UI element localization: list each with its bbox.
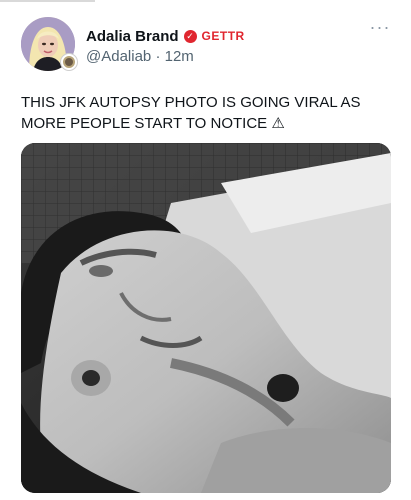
handle-row: @Adaliab · 12m — [86, 48, 194, 66]
photo-illustration — [21, 143, 391, 493]
author-handle[interactable]: @Adaliab — [86, 48, 151, 65]
post-image[interactable] — [21, 143, 391, 493]
verified-badge-icon: ✓ — [183, 29, 197, 43]
post-card[interactable]: Adalia Brand ✓ GETTR @Adaliab · 12m ··· … — [0, 0, 411, 500]
post-text-line: MORE PEOPLE START TO NOTICE ⚠ — [21, 115, 285, 132]
source-label: GETTR — [201, 29, 245, 43]
avatar-badge-icon — [60, 53, 78, 71]
post-timestamp[interactable]: 12m — [165, 48, 194, 65]
post-text: THIS JFK AUTOPSY PHOTO IS GOING VIRAL AS… — [21, 92, 391, 134]
more-options-icon[interactable]: ··· — [369, 18, 391, 38]
time-separator: · — [155, 48, 161, 65]
author-display-name[interactable]: Adalia Brand — [86, 28, 179, 45]
author-row: Adalia Brand ✓ GETTR — [86, 26, 245, 46]
post-text-line: THIS JFK AUTOPSY PHOTO IS GOING VIRAL AS — [21, 94, 361, 111]
